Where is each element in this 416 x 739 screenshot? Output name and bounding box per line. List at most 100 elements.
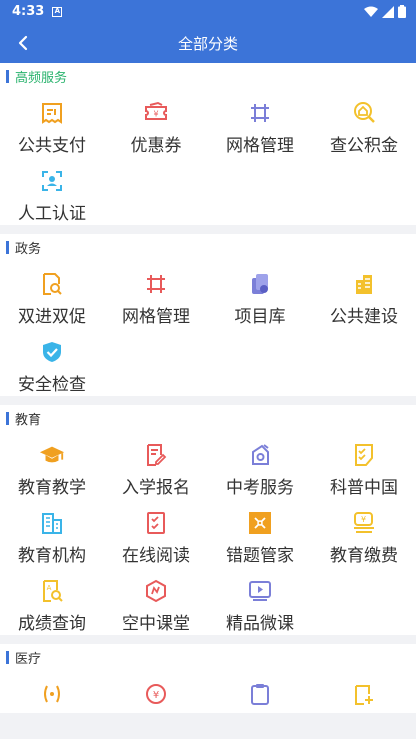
section-education: 教育 教育教学 入学报名 中考服务 科普中国 教育机构 在线阅读 错题管家 ¥ … — [0, 405, 416, 635]
project-icon — [247, 271, 273, 297]
service-item[interactable]: 双进双促 — [0, 260, 104, 328]
coupon-icon: ¥ — [143, 100, 169, 126]
service-item[interactable]: A 成绩查询 — [0, 567, 104, 635]
service-item[interactable]: 项目库 — [208, 260, 312, 328]
medical-1-icon — [39, 681, 65, 707]
battery-icon — [398, 5, 406, 18]
service-item[interactable]: 精品微课 — [208, 567, 312, 635]
service-label: 项目库 — [234, 307, 286, 327]
payment-icon: ¥ — [351, 510, 377, 536]
back-arrow-icon — [18, 35, 28, 51]
service-label: 在线阅读 — [122, 546, 190, 566]
service-label: 公共建设 — [330, 307, 398, 327]
service-label: 人工认证 — [18, 204, 86, 224]
service-item[interactable]: 在线阅读 — [104, 499, 208, 567]
fund-search-icon — [351, 100, 377, 126]
svg-text:A: A — [47, 584, 52, 592]
service-label: 教育教学 — [18, 478, 86, 498]
sign-up-icon — [143, 442, 169, 468]
video-class-icon — [247, 578, 273, 604]
section-header: 教育 — [0, 405, 416, 431]
section-title: 教育 — [15, 412, 42, 428]
service-label: 网格管理 — [122, 307, 190, 327]
service-grid: 双进双促 网格管理 项目库 公共建设 安全检查 — [0, 260, 416, 396]
service-item[interactable]: 公共支付 — [0, 89, 104, 157]
service-label: 安全检查 — [18, 375, 86, 395]
service-item[interactable]: 网格管理 — [104, 260, 208, 328]
building-icon — [351, 271, 377, 297]
section-title: 高频服务 — [15, 70, 68, 86]
svg-text:¥: ¥ — [361, 515, 366, 524]
signal-icon — [382, 5, 394, 18]
section-accent-bar — [6, 650, 9, 664]
grid-icon — [247, 100, 273, 126]
service-item[interactable]: ¥ — [104, 670, 208, 713]
service-item[interactable]: 人工认证 — [0, 157, 104, 225]
service-item[interactable]: 中考服务 — [208, 431, 312, 499]
service-item[interactable]: 公共建设 — [312, 260, 416, 328]
medical-4-icon — [351, 681, 377, 707]
institution-icon — [39, 510, 65, 536]
svg-text:¥: ¥ — [153, 110, 158, 119]
face-scan-icon — [39, 168, 65, 194]
section-accent-bar — [6, 411, 9, 425]
svg-text:¥: ¥ — [153, 690, 159, 701]
service-label: 中考服务 — [226, 478, 294, 498]
medical-3-icon — [247, 681, 273, 707]
service-item[interactable]: 网格管理 — [208, 89, 312, 157]
score-search-icon: A — [39, 578, 65, 604]
graduation-cap-icon — [39, 442, 65, 468]
exam-icon — [247, 442, 273, 468]
doc-search-icon — [39, 271, 65, 297]
service-label: 成绩查询 — [18, 614, 86, 634]
status-time: 4:33 — [12, 4, 45, 19]
service-label: 优惠券 — [130, 136, 182, 156]
section-header: 高频服务 — [0, 63, 416, 89]
service-label: 查公积金 — [330, 136, 398, 156]
notification-a-icon: A — [52, 6, 63, 17]
service-item[interactable]: 教育机构 — [0, 499, 104, 567]
service-grid: 公共支付 ¥ 优惠券 网格管理 查公积金 人工认证 — [0, 89, 416, 225]
shield-check-icon — [39, 339, 65, 365]
service-item[interactable] — [312, 670, 416, 713]
service-label: 公共支付 — [18, 136, 86, 156]
mistake-icon — [247, 510, 273, 536]
service-item[interactable]: ¥ 优惠券 — [104, 89, 208, 157]
section-header: 医疗 — [0, 644, 416, 670]
back-button[interactable] — [8, 28, 38, 58]
sky-class-icon — [143, 578, 169, 604]
service-item[interactable]: 教育教学 — [0, 431, 104, 499]
reading-icon — [143, 510, 169, 536]
status-bar: 4:33 A — [0, 0, 416, 23]
section-government: 政务 双进双促 网格管理 项目库 公共建设 安全检查 — [0, 234, 416, 396]
section-title: 医疗 — [15, 651, 42, 667]
section-accent-bar — [6, 240, 9, 254]
receipt-icon — [39, 100, 65, 126]
service-item[interactable]: 错题管家 — [208, 499, 312, 567]
service-item[interactable] — [0, 670, 104, 713]
section-medical: 医疗 ¥ — [0, 644, 416, 713]
service-label: 教育缴费 — [330, 546, 398, 566]
wifi-icon — [364, 6, 378, 17]
service-grid: 教育教学 入学报名 中考服务 科普中国 教育机构 在线阅读 错题管家 ¥ 教育缴… — [0, 431, 416, 635]
service-item[interactable] — [208, 670, 312, 713]
service-label: 空中课堂 — [122, 614, 190, 634]
service-item[interactable]: 空中课堂 — [104, 567, 208, 635]
service-item[interactable]: 查公积金 — [312, 89, 416, 157]
checklist-icon — [351, 442, 377, 468]
service-item[interactable]: 科普中国 — [312, 431, 416, 499]
medical-2-icon: ¥ — [143, 681, 169, 707]
section-header: 政务 — [0, 234, 416, 260]
service-label: 错题管家 — [226, 546, 294, 566]
service-label: 精品微课 — [226, 614, 294, 634]
section-title: 政务 — [15, 241, 42, 257]
service-item[interactable]: 入学报名 — [104, 431, 208, 499]
service-label: 科普中国 — [330, 478, 398, 498]
service-item[interactable]: ¥ 教育缴费 — [312, 499, 416, 567]
service-item[interactable]: 安全检查 — [0, 328, 104, 396]
service-label: 网格管理 — [226, 136, 294, 156]
service-label: 双进双促 — [18, 307, 86, 327]
grid-icon — [143, 271, 169, 297]
service-grid: ¥ — [0, 670, 416, 713]
service-label: 教育机构 — [18, 546, 86, 566]
